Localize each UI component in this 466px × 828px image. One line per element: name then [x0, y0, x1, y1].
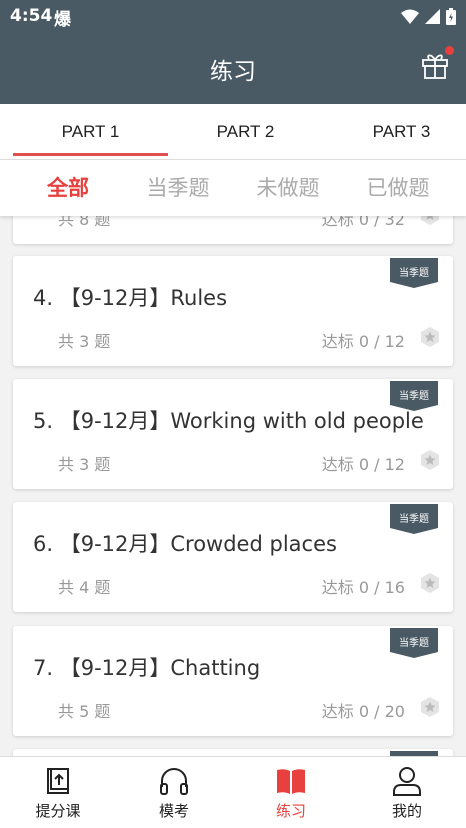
upload-book-icon	[47, 768, 69, 794]
nav-item-profile[interactable]: 我的	[349, 757, 465, 828]
star-badge-icon	[421, 573, 439, 593]
status-glyph: 爆	[54, 10, 71, 30]
status-icons	[401, 8, 456, 25]
star-badge-icon	[421, 216, 439, 225]
nav-label: 提分课	[35, 802, 81, 820]
tab-part-1[interactable]: PART 1	[13, 104, 168, 160]
season-badge: 当季题	[390, 628, 438, 658]
headphones-icon	[160, 768, 188, 795]
filter-not-done[interactable]: 未做题	[233, 160, 343, 216]
star-badge-icon	[421, 327, 439, 347]
gift-button[interactable]	[420, 46, 454, 80]
progress-text: 达标 0 / 12	[321, 332, 405, 351]
person-icon	[393, 767, 421, 796]
question-count: 共 3 题	[58, 455, 111, 474]
notification-dot	[445, 46, 454, 55]
season-badge: 当季题	[390, 504, 438, 534]
question-count: 共 3 题	[58, 332, 111, 351]
tab-part-3[interactable]: PART 3	[324, 104, 466, 160]
nav-item-courses[interactable]: 提分课	[0, 757, 116, 828]
star-badge-icon	[421, 450, 439, 470]
question-list[interactable]: 共 8 题 达标 0 / 32 当季题 4. 【9-12月】Rules 共 3 …	[0, 216, 466, 756]
list-item[interactable]: 当季题 7. 【9-12月】Chatting 共 5 题 达标 0 / 20	[13, 626, 453, 736]
progress-text: 达标 0 / 12	[321, 455, 405, 474]
question-count: 共 5 题	[58, 702, 111, 721]
list-item[interactable]: 当季题 6. 【9-12月】Crowded places 共 4 题 达标 0 …	[13, 502, 453, 612]
active-tab-underline	[13, 153, 168, 156]
book-icon	[277, 769, 305, 794]
progress-text: 达标 0 / 16	[321, 578, 405, 597]
progress-text: 达标 0 / 20	[321, 702, 405, 721]
filter-all[interactable]: 全部	[13, 160, 123, 216]
status-bar: 4:54 爆	[0, 0, 466, 32]
gift-icon	[422, 54, 448, 79]
nav-label: 我的	[391, 802, 422, 820]
nav-label: 练习	[275, 802, 306, 820]
question-title: 6. 【9-12月】Crowded places	[33, 532, 337, 556]
list-item[interactable]: 当季题 4. 【9-12月】Rules 共 3 题 达标 0 / 12	[13, 256, 453, 366]
app-header: 练习	[0, 32, 466, 104]
battery-icon	[446, 8, 456, 25]
list-item[interactable]: 共 8 题 达标 0 / 32	[13, 216, 453, 244]
question-count: 共 4 题	[58, 578, 111, 597]
status-time: 4:54	[10, 6, 53, 26]
signal-icon	[425, 9, 440, 24]
tab-part-2[interactable]: PART 2	[168, 104, 323, 160]
nav-item-practice[interactable]: 练习	[233, 757, 349, 828]
filter-done[interactable]: 已做题	[343, 160, 453, 216]
filter-current-season[interactable]: 当季题	[123, 160, 233, 216]
filter-tabs: 全部 当季题 未做题 已做题	[0, 160, 466, 216]
question-title: 7. 【9-12月】Chatting	[33, 656, 261, 680]
part-tabs: PART 1 PART 2 PART 3	[0, 104, 466, 160]
list-item[interactable]	[13, 749, 453, 756]
progress-text: 达标 0 / 32	[321, 216, 405, 229]
wifi-icon	[401, 9, 419, 24]
list-item[interactable]: 当季题 5. 【9-12月】Working with old people 共 …	[13, 379, 453, 489]
question-title: 4. 【9-12月】Rules	[33, 286, 228, 310]
season-badge: 当季题	[390, 258, 438, 288]
page-title: 练习	[210, 59, 256, 85]
question-title: 5. 【9-12月】Working with old people	[33, 409, 424, 433]
nav-item-mock-test[interactable]: 模考	[116, 757, 232, 828]
bottom-nav: 提分课 模考 练习 我的	[0, 756, 466, 828]
question-count: 共 8 题	[58, 216, 111, 229]
nav-label: 模考	[158, 802, 189, 820]
star-badge-icon	[421, 697, 439, 717]
